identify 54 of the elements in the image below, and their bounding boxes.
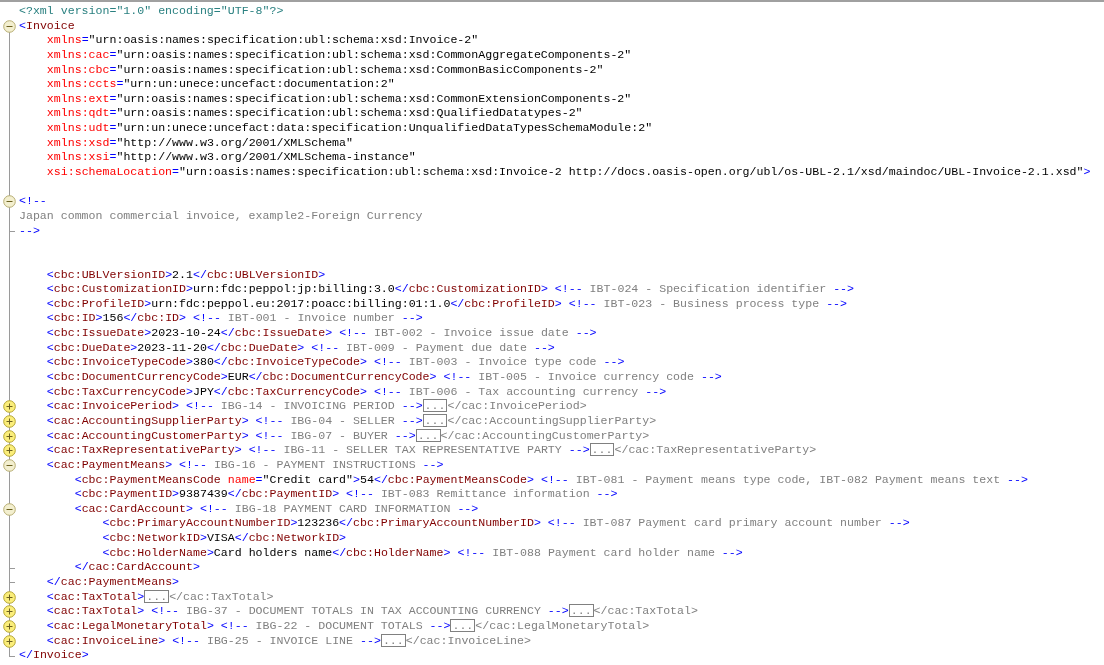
comment-line: --> [19, 223, 40, 239]
comment-line: <!-- [19, 194, 47, 209]
code-line: <cac:AccountingCustomerParty> <!-- IBG-07 - BUYER --> ... </cac:AccountingCustomerParty> [45, 428, 650, 444]
collapse-icon[interactable] [3, 458, 16, 472]
code-line: <cbc:UBLVersionID>2.1</cbc:UBLVersionID> [45, 267, 326, 283]
expand-icon[interactable] [3, 444, 16, 458]
code-line: <Invoice [19, 18, 75, 34]
expand-icon[interactable] [3, 400, 16, 414]
code-line: xmlns:xsd="http://www.w3.org/2001/XMLSchema" [45, 135, 353, 151]
code-line: xmlns:udt="urn:un:unece:uncefact:data:specification:UnqualifiedDataTypesSchemaModule:2" [45, 121, 653, 136]
expand-icon[interactable] [3, 429, 16, 443]
expand-icon[interactable] [3, 619, 16, 633]
xml-declaration-line: <?xml version="1.0" encoding="UTF-8"?> [19, 4, 284, 19]
code-line: xmlns:cbc="urn:oasis:names:specification:ubl:schema:xsd:CommonBasicComponents-2" [45, 62, 604, 78]
code-line: <cac:PaymentMeans> <!-- IBG-16 - PAYMENT INSTRUCTIONS --> [45, 457, 444, 473]
code-line: xmlns:ext="urn:oasis:names:specification:ubl:schema:xsd:CommonExtensionComponents-2" [45, 91, 632, 107]
code-line: xmlns:xsi="http://www.w3.org/2001/XMLSchema-instance" [45, 150, 416, 166]
expand-icon[interactable] [3, 634, 16, 648]
code-line: <cac:CardAccount> <!-- IBG-18 PAYMENT CARD INFORMATION --> [73, 501, 479, 517]
expand-icon[interactable] [3, 590, 16, 604]
code-line: <cbc:ID>156</cbc:ID> <!-- IBT-001 - Invoice number --> [45, 311, 423, 327]
code-line: <cbc:DocumentCurrencyCode>EUR</cbc:DocumentCurrencyCode> <!-- IBT-005 - Invoice currency code --> [45, 370, 722, 385]
code-line: <cbc:CustomizationID>urn:fdc:peppol:jp:billing:3.0</cbc:CustomizationID> <!-- IBT-024 - Specification identifier --> [45, 282, 854, 297]
code-line: <cbc:DueDate>2023-11-20</cbc:DueDate> <!-- IBT-009 - Payment due date --> [45, 340, 555, 356]
code-line: <cbc:TaxCurrencyCode>JPY</cbc:TaxCurrencyCode> <!-- IBT-006 - Tax accounting currency --> [45, 384, 667, 400]
code-line: <cbc:PrimaryAccountNumberID>123236</cbc:PrimaryAccountNumberID> <!-- IBT-087 Payment card primary account number --> [101, 516, 910, 532]
code-line: </cac:PaymentMeans> [45, 575, 180, 590]
code-line: xmlns:cac="urn:oasis:names:specification:ubl:schema:xsd:CommonAggregateComponents-2" [45, 47, 632, 63]
code-line: <cac:LegalMonetaryTotal> <!-- IBG-22 - DOCUMENT TOTALS --> ... </cac:LegalMonetaryTotal> [45, 618, 650, 634]
collapse-icon[interactable] [3, 502, 16, 516]
code-line: </cac:CardAccount> [73, 560, 200, 575]
comment-line: Japan common commercial invoice, example2-Foreign Currency [19, 208, 423, 224]
code-line: xsi:schemaLocation="urn:oasis:names:specification:ubl:schema:xsd:Invoice-2 http://docs.oasis-open.org/ubl/os-UBL-2.1/xsd/maindoc/UBL-Invoice-2.1.xsd"> [45, 165, 1091, 180]
expand-icon[interactable] [3, 605, 16, 619]
code-line: <cac:TaxTotal> <!-- IBG-37 - DOCUMENT TOTALS IN TAX ACCOUNTING CURRENCY --> ... </cac:TaxTotal> [45, 604, 698, 619]
collapse-icon[interactable] [3, 19, 16, 33]
code-line: <cbc:IssueDate>2023-10-24</cbc:IssueDate> <!-- IBT-002 - Invoice issue date --> [45, 326, 597, 341]
expand-icon[interactable] [3, 414, 16, 428]
code-line: <cbc:NetworkID>VISA</cbc:NetworkID> [101, 531, 347, 546]
code-line: <cac:TaxTotal> ... </cac:TaxTotal> [45, 589, 274, 605]
code-line: <cac:InvoicePeriod> <!-- IBG-14 - INVOICING PERIOD --> ... </cac:InvoicePeriod> [45, 399, 587, 414]
code-line: <cac:TaxRepresentativeParty> <!-- IBG-11 - SELLER TAX REPRESENTATIVE PARTY --> ... </cac:TaxRepresentativeParty> [45, 443, 817, 458]
code-line: <cac:AccountingSupplierParty> <!-- IBG-04 - SELLER --> ... </cac:AccountingSupplierParty> [45, 413, 657, 429]
collapse-icon[interactable] [3, 195, 16, 209]
code-line: <cbc:PaymentID>9387439</cbc:PaymentID> <!-- IBT-083 Remittance information --> [73, 487, 618, 502]
code-line: <cbc:HolderName>Card holders name</cbc:HolderName> <!-- IBT-088 Payment card holder name --> [101, 545, 743, 561]
code-line: xmlns:qdt="urn:oasis:names:specification:ubl:schema:xsd:QualifiedDatatypes-2" [45, 106, 583, 122]
code-line: xmlns="urn:oasis:names:specification:ubl:schema:xsd:Invoice-2" [45, 33, 479, 48]
code-line: <cac:InvoiceLine> <!-- IBG-25 - INVOICE LINE --> ... </cac:InvoiceLine> [45, 633, 531, 649]
code-line: xmlns:ccts="urn:un:unece:uncefact:documentation:2" [45, 77, 395, 92]
code-line: <cbc:ProfileID>urn:fdc:peppol.eu:2017:poacc:billing:01:1.0</cbc:ProfileID> <!-- IBT-023 - Business process type --> [45, 296, 848, 312]
code-line: </Invoice> [19, 648, 89, 663]
code-line: <cbc:PaymentMeansCode name="Credit card">54</cbc:PaymentMeansCode> <!-- IBT-081 - Payment means type code, IBT-082 Payment means text --> [73, 472, 1028, 488]
code-line: <cbc:InvoiceTypeCode>380</cbc:InvoiceTypeCode> <!-- IBT-003 - Invoice type code --> [45, 355, 625, 370]
